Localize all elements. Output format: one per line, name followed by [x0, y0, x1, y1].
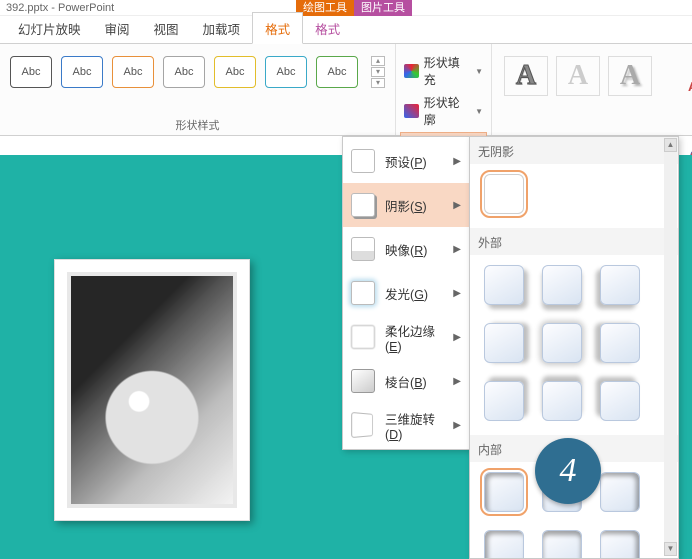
- shape-style-gallery[interactable]: Abc Abc Abc Abc Abc Abc Abc ▴▾▾: [8, 48, 387, 88]
- shadow-icon: [351, 193, 375, 217]
- ribbon-tabs: 幻灯片放映 审阅 视图 加载项 格式 格式: [0, 16, 692, 44]
- group-shape-format: 形状填充 ▼ 形状轮廓 ▼ 形状效果 ▼: [396, 44, 492, 135]
- shadow-outer-option[interactable]: [542, 381, 582, 421]
- style-swatch[interactable]: Abc: [112, 56, 154, 88]
- shadow-outer-option[interactable]: [484, 323, 524, 363]
- tab-review[interactable]: 审阅: [93, 13, 142, 43]
- menu-item-shadow[interactable]: 阴影(S) ▶: [343, 183, 469, 227]
- preset-icon: [351, 149, 375, 173]
- soft-edge-icon: [351, 325, 375, 349]
- shadow-inner-option[interactable]: [600, 530, 640, 559]
- shadow-outer-option[interactable]: [542, 323, 582, 363]
- scroll-down-icon[interactable]: ▼: [664, 542, 677, 556]
- ribbon: Abc Abc Abc Abc Abc Abc Abc ▴▾▾ 形状样式 形状填…: [0, 44, 692, 136]
- tab-format-picture[interactable]: 格式: [303, 13, 352, 43]
- shadow-inner-option[interactable]: [484, 530, 524, 559]
- chevron-right-icon: ▶: [453, 244, 461, 255]
- menu-item-3d-rotation[interactable]: 三维旋转(D) ▶: [343, 403, 469, 447]
- panel-section-none: 无阴影: [470, 137, 678, 164]
- wordart-swatch[interactable]: A: [608, 56, 652, 96]
- glow-icon: [351, 281, 375, 305]
- shadow-outer-option[interactable]: [600, 381, 640, 421]
- picture-tools-tab[interactable]: 图片工具: [354, 0, 412, 16]
- tab-view[interactable]: 视图: [142, 13, 191, 43]
- shadow-outer-option[interactable]: [600, 265, 640, 305]
- chevron-down-icon: ▼: [475, 67, 483, 76]
- style-swatch[interactable]: Abc: [316, 56, 358, 88]
- wordart-swatch[interactable]: A: [504, 56, 548, 96]
- rotate-3d-icon: [351, 412, 373, 438]
- chevron-right-icon: ▶: [453, 288, 461, 299]
- step-badge: 4: [535, 438, 601, 504]
- photo-image: [71, 276, 233, 504]
- style-swatch[interactable]: Abc: [61, 56, 103, 88]
- panel-scrollbar[interactable]: ▲ ▼: [664, 138, 677, 556]
- style-swatch[interactable]: Abc: [10, 56, 52, 88]
- bevel-icon: [351, 369, 375, 393]
- shadow-none[interactable]: [484, 174, 524, 214]
- reflection-icon: [351, 237, 375, 261]
- panel-section-outer: 外部: [470, 228, 678, 255]
- shadow-inner-option[interactable]: [542, 530, 582, 559]
- group-wordart-styles: A A A ▴▾▾ A文本填充 A文本轮廓 A文本效果 艺术字样式: [492, 44, 692, 135]
- shadow-outer-option[interactable]: [484, 265, 524, 305]
- shadow-outer-option[interactable]: [542, 265, 582, 305]
- menu-item-glow[interactable]: 发光(G) ▶: [343, 271, 469, 315]
- style-swatch[interactable]: Abc: [163, 56, 205, 88]
- shape-fill-button[interactable]: 形状填充 ▼: [400, 52, 487, 90]
- scroll-up-icon[interactable]: ▲: [664, 138, 677, 152]
- gallery-more[interactable]: ▴▾▾: [371, 56, 385, 88]
- tab-slideshow[interactable]: 幻灯片放映: [6, 13, 93, 43]
- shadow-outer-option[interactable]: [484, 381, 524, 421]
- shadow-outer-option[interactable]: [600, 323, 640, 363]
- chevron-down-icon: ▼: [475, 107, 483, 116]
- shape-effects-menu: 预设(P) ▶ 阴影(S) ▶ 映像(R) ▶ 发光(G) ▶ 柔化边缘(E) …: [342, 136, 470, 450]
- style-swatch[interactable]: Abc: [265, 56, 307, 88]
- window-title: 392.pptx - PowerPoint: [6, 2, 114, 14]
- chevron-right-icon: ▶: [453, 332, 461, 343]
- label: 形状轮廓: [424, 94, 468, 128]
- menu-item-bevel[interactable]: 棱台(B) ▶: [343, 359, 469, 403]
- menu-item-reflection[interactable]: 映像(R) ▶: [343, 227, 469, 271]
- menu-item-soft-edges[interactable]: 柔化边缘(E) ▶: [343, 315, 469, 359]
- style-swatch[interactable]: Abc: [214, 56, 256, 88]
- chevron-right-icon: ▶: [453, 200, 461, 211]
- wordart-swatch[interactable]: A: [556, 56, 600, 96]
- chevron-right-icon: ▶: [453, 156, 461, 167]
- tab-addin[interactable]: 加载项: [191, 13, 253, 43]
- chevron-right-icon: ▶: [453, 420, 461, 431]
- group-title: 形状样式: [8, 114, 387, 135]
- shadow-inner-option[interactable]: [484, 472, 524, 512]
- tab-format-drawing[interactable]: 格式: [252, 12, 303, 44]
- pen-icon: [404, 104, 419, 118]
- shape-outline-button[interactable]: 形状轮廓 ▼: [400, 92, 487, 130]
- group-shape-styles: Abc Abc Abc Abc Abc Abc Abc ▴▾▾ 形状样式: [0, 44, 396, 135]
- text-fill-button[interactable]: A文本填充: [688, 52, 692, 120]
- shadow-inner-option[interactable]: [600, 472, 640, 512]
- chevron-right-icon: ▶: [453, 376, 461, 387]
- label: 形状填充: [424, 54, 468, 88]
- picture-placeholder[interactable]: [54, 259, 250, 521]
- menu-item-preset[interactable]: 预设(P) ▶: [343, 139, 469, 183]
- bucket-icon: [404, 64, 419, 78]
